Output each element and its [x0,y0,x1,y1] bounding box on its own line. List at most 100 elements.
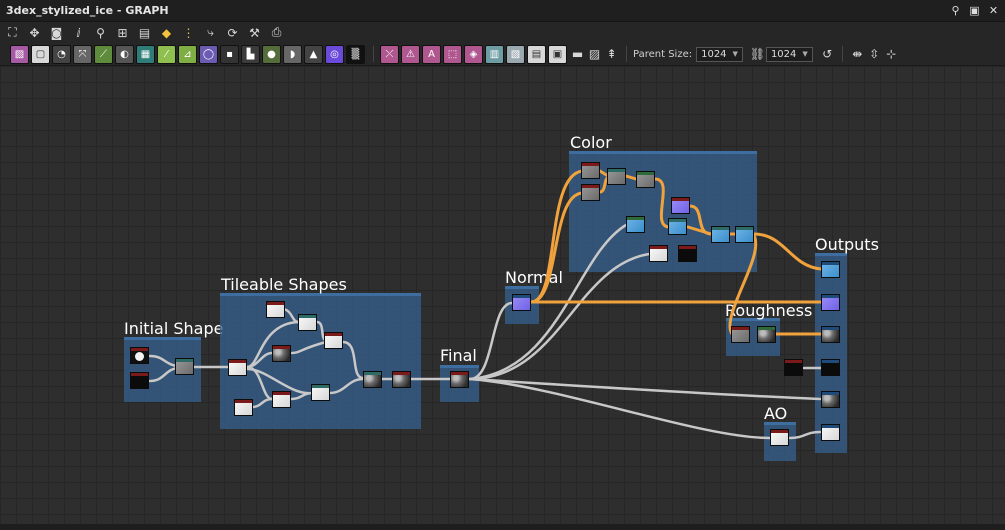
graph-toolbar-primary: ⛶ ✥ ◙ ⅈ ⚲ ⊞ ▤ ◆ ⋮ ⤷ ⟳ ⚒ ⎙ [0,22,1005,43]
link [341,340,365,380]
output-metallic[interactable] [821,359,840,376]
node-color-levels[interactable] [636,171,655,188]
output-ambient-occlusion[interactable] [821,424,840,441]
blur-node-icon[interactable]: ◔ [52,44,71,64]
node-tile-transform-2[interactable] [311,384,330,401]
graph-layout-icon[interactable]: ▤ [136,24,153,41]
comment-icon[interactable]: ▬ [569,46,586,63]
node-color-output[interactable] [735,226,754,243]
frame-node-icon[interactable]: ⬚ [443,44,462,64]
parent-size-select[interactable]: 1024 ▼ [696,46,743,62]
grayscale-node-icon[interactable]: ◗ [283,44,302,64]
frame-view-icon[interactable]: ⛶ [4,24,21,41]
hierarchy-icon[interactable]: ⋮ [180,24,197,41]
camera-icon[interactable]: ◙ [48,24,65,41]
link [686,225,713,236]
curve-node-icon[interactable]: ⟋ [94,44,113,64]
fx-map-node-icon[interactable]: ▪ [220,44,239,64]
link [290,340,328,355]
node-tile-shape-1[interactable] [266,301,285,318]
text-node-icon[interactable]: A [422,44,441,64]
link [788,430,822,440]
levels-node-icon[interactable]: ⊿ [178,44,197,64]
node-normal[interactable] [512,294,531,311]
output-size-select[interactable]: 1024 ▼ [765,46,813,62]
distance-node-icon[interactable]: ▧ [506,44,525,64]
fill-node-icon[interactable]: ◈ [464,44,483,64]
node-metallic-uniform[interactable] [784,359,803,376]
pin-node-icon[interactable]: ⇞ [603,46,620,63]
align-horizontal-icon[interactable]: ⇼ [849,46,866,63]
color-to-mask-node-icon[interactable]: ● [262,44,281,64]
node-color-gradient-1[interactable] [581,162,600,179]
refresh-icon[interactable]: ⟳ [224,24,241,41]
output-basecolor[interactable] [821,261,840,278]
blend-node-icon[interactable]: ◐ [115,44,134,64]
node-tile-blend-2[interactable] [272,391,291,408]
export-icon[interactable]: ⎙ [268,24,285,41]
window-title: 3dex_stylized_ice - GRAPH [6,4,169,17]
node-roughness-noise[interactable] [757,326,776,343]
gradient-node-icon[interactable]: ⁄ [157,44,176,64]
svg-node-icon[interactable]: ▢ [31,44,50,64]
output-height[interactable] [821,391,840,408]
close-icon[interactable]: ✕ [988,5,999,16]
align-nodes-icon[interactable]: ⊞ [114,24,131,41]
frame-icon[interactable]: ▨ [586,46,603,63]
input-node-icon[interactable]: ⤬ [380,44,399,64]
link [328,377,365,395]
node-blur[interactable] [175,358,194,375]
tile-sampler-icon[interactable]: ▤ [527,44,546,64]
color-node-icon[interactable]: ◎ [325,44,344,64]
node-tile-transform-1[interactable] [298,314,317,331]
output-normal[interactable] [821,294,840,311]
node-ao[interactable] [770,429,789,446]
node-roughness-levels[interactable] [731,326,750,343]
link [529,191,584,304]
connections-icon[interactable]: ⤷ [202,24,219,41]
histogram-node-icon[interactable]: ▲ [304,44,323,64]
align-vertical-icon[interactable]: ⇳ [866,46,883,63]
node-final[interactable] [450,371,469,388]
shape-node-icon[interactable]: ◯ [199,44,218,64]
snap-icon[interactable]: ⊹ [883,46,900,63]
graph-canvas[interactable]: Initial Shape Tileable Shapes Final Norm… [0,66,1005,524]
warning-node-icon[interactable]: ⚠ [401,44,420,64]
node-tile-shape-2[interactable] [234,399,253,416]
bitmap-node-icon[interactable]: ▨ [10,44,29,64]
node-color-blend-2[interactable] [668,218,687,235]
pin-icon[interactable]: ⚲ [950,5,961,16]
pixel-processor-icon[interactable]: ▥ [485,44,504,64]
node-color-fill[interactable] [671,197,690,214]
hsl-node-icon[interactable]: ▙ [241,44,260,64]
node-color-noise[interactable] [678,245,697,262]
reset-size-icon[interactable]: ↺ [819,46,836,63]
node-tile-noise-1[interactable] [272,345,291,362]
search-icon[interactable]: ⚲ [92,24,109,41]
python-icon[interactable]: ◆ [158,24,175,41]
output-roughness[interactable] [821,326,840,343]
node-color-blend-3[interactable] [711,226,730,243]
node-color-mask[interactable] [649,245,668,262]
node-color-blend-1[interactable] [607,168,626,185]
output-node-icon[interactable]: ▣ [548,44,567,64]
node-tile-blend-1[interactable] [324,332,343,349]
node-color-gradient-2[interactable] [581,184,600,201]
info-icon[interactable]: ⅈ [70,24,87,41]
link-icon[interactable]: ⛓ [749,46,766,63]
node-unity-shape[interactable] [130,372,149,389]
node-tile-output[interactable] [392,371,411,388]
emboss-node-icon[interactable]: ▦ [136,44,155,64]
chevron-down-icon: ▼ [732,50,738,58]
noise-node-icon[interactable]: ▒ [346,44,365,64]
float-window-icon[interactable]: ▣ [969,5,980,16]
node-shape-input[interactable] [130,347,149,364]
link [653,177,671,229]
link [468,377,822,401]
fit-view-icon[interactable]: ✥ [26,24,43,41]
node-tile-split[interactable] [228,359,247,376]
tools-icon[interactable]: ⚒ [246,24,263,41]
node-tile-merge[interactable] [363,371,382,388]
node-color-tint[interactable] [626,216,645,233]
transform-node-icon[interactable]: ⤧ [73,44,92,64]
